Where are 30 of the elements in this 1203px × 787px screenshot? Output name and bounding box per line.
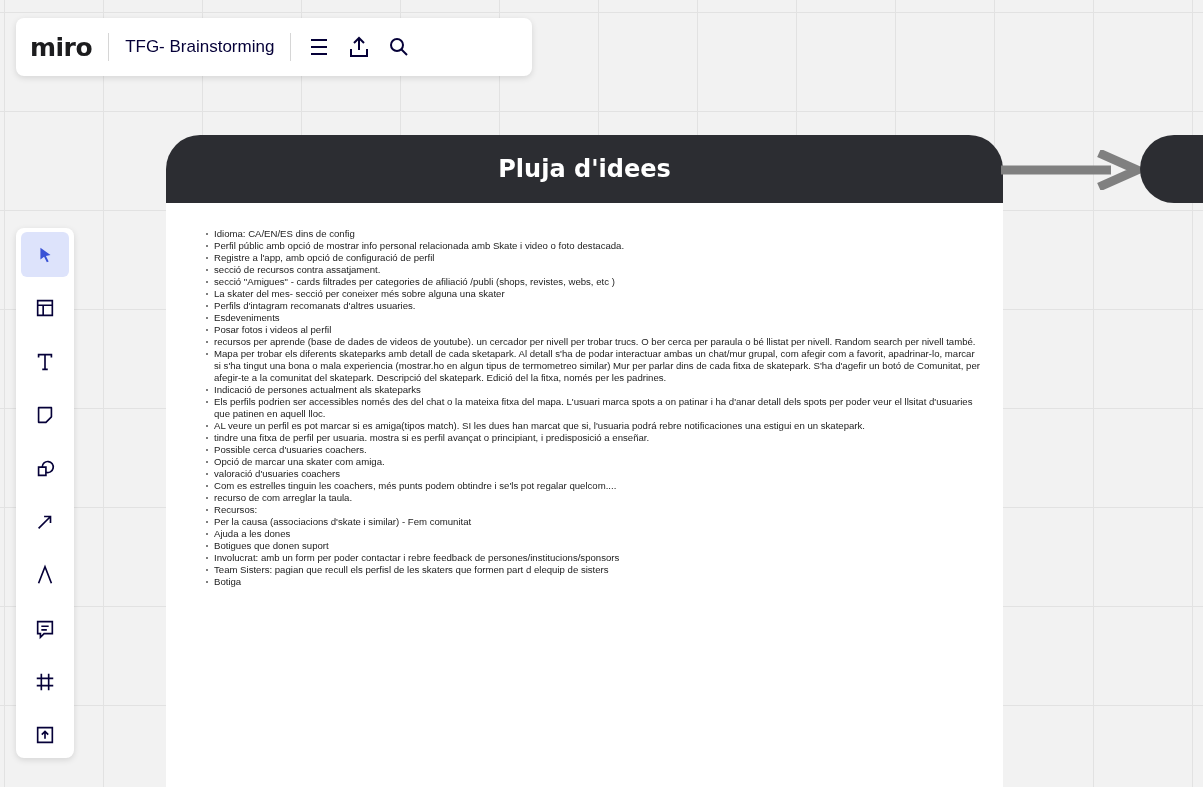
idea-item: Botiga	[206, 576, 983, 588]
idea-item: Idioma: CA/EN/ES dins de config	[206, 228, 983, 240]
idea-item: recurso de com arreglar la taula.	[206, 492, 983, 504]
idea-item: valoració d'usuaries coachers	[206, 468, 983, 480]
idea-item: Mapa per trobar els diferents skateparks amb detall de cada sketapark. Al detall s'ha de podar interactuar ambas un chat/mur grupal, com afegir com a favorit, apadrinar-lo, marcar si s'ha tingut una bona o mala experiencia (mostrar.ho en algun tipus de termometreo similar) Mur per parlar dins de cada fitxa de skatepark. S'ha d'agefir un botó de Comunitat, per afegir-te a la comunitat del skatepark. Descripció del skatepark. Edició del la fitxa, només per les padrines.	[206, 348, 983, 384]
idea-item: Perfils d'intagram recomanats d'altres usuaries.	[206, 300, 983, 312]
idea-item: Els perfils podrien ser accessibles només des del chat o la mateixa fitxa del mapa. L'usuari marca spots a on patinar i ha d'anar detall dels spots per poder veur el llsitat d'usuaries que patinen en aquell lloc.	[206, 396, 983, 420]
logo[interactable]: miro	[30, 32, 93, 62]
board-title[interactable]: TFG- Brainstorming	[125, 37, 275, 57]
idea-item: Team Sisters: pagian que recull els perfisl de les skaters que formen part d elequip de sisters	[206, 564, 983, 576]
idea-item: Ajuda a les dones	[206, 528, 983, 540]
idea-item: Indicació de persones actualment als skateparks	[206, 384, 983, 396]
idea-item: Botigues que donen suport	[206, 540, 983, 552]
idea-item: La skater del mes- secció per coneixer més sobre alguna una skater	[206, 288, 983, 300]
idea-item: Registre a l'app, amb opció de configuració de perfil	[206, 252, 983, 264]
idea-item: Opció de marcar una skater com amiga.	[206, 456, 983, 468]
idea-item: Recursos:	[206, 504, 983, 516]
idea-item: Com es estrelles tinguin les coachers, més punts podem obtindre i se'ls pot regalar quelcom....	[206, 480, 983, 492]
idea-item: AL veure un perfil es pot marcar si es amiga(tipos match). SI les dues han marcat que si, l'usuaria podrá rebre notificaciones una estigui en un skatepark.	[206, 420, 983, 432]
idea-item: Perfil públic amb opció de mostrar info personal relacionada amb Skate i video o foto destacada.	[206, 240, 983, 252]
idea-item: Posar fotos i videos al perfil	[206, 324, 983, 336]
section-header: Pluja d'idees	[166, 135, 1003, 203]
idea-item: recursos per aprende (base de dades de videos de youtube). un cercador per nivell per trobar trucs. O ber cerca per paraula o bé llistat per nivell. Random search per nivell també.	[206, 336, 983, 348]
idea-item: Per la causa (associacions d'skate i similar) - Fem comunitat	[206, 516, 983, 528]
idea-item: secció de recursos contra assatjament.	[206, 264, 983, 276]
idea-item: tindre una fitxa de perfil per usuaria. mostra si es perfil avançat o principiant, i predisposició a enseñar.	[206, 432, 983, 444]
idea-item: Possible cerca d'usuaries coachers.	[206, 444, 983, 456]
idea-item: Esdeveniments	[206, 312, 983, 324]
idea-item: Involucrat: amb un form per poder contactar i rebre feedback de persones/institucions/sponsors	[206, 552, 983, 564]
idea-item: secció "Amigues" - cards filtrades per categories de afiliació /publi (shops, revistes, webs, etc )	[206, 276, 983, 288]
